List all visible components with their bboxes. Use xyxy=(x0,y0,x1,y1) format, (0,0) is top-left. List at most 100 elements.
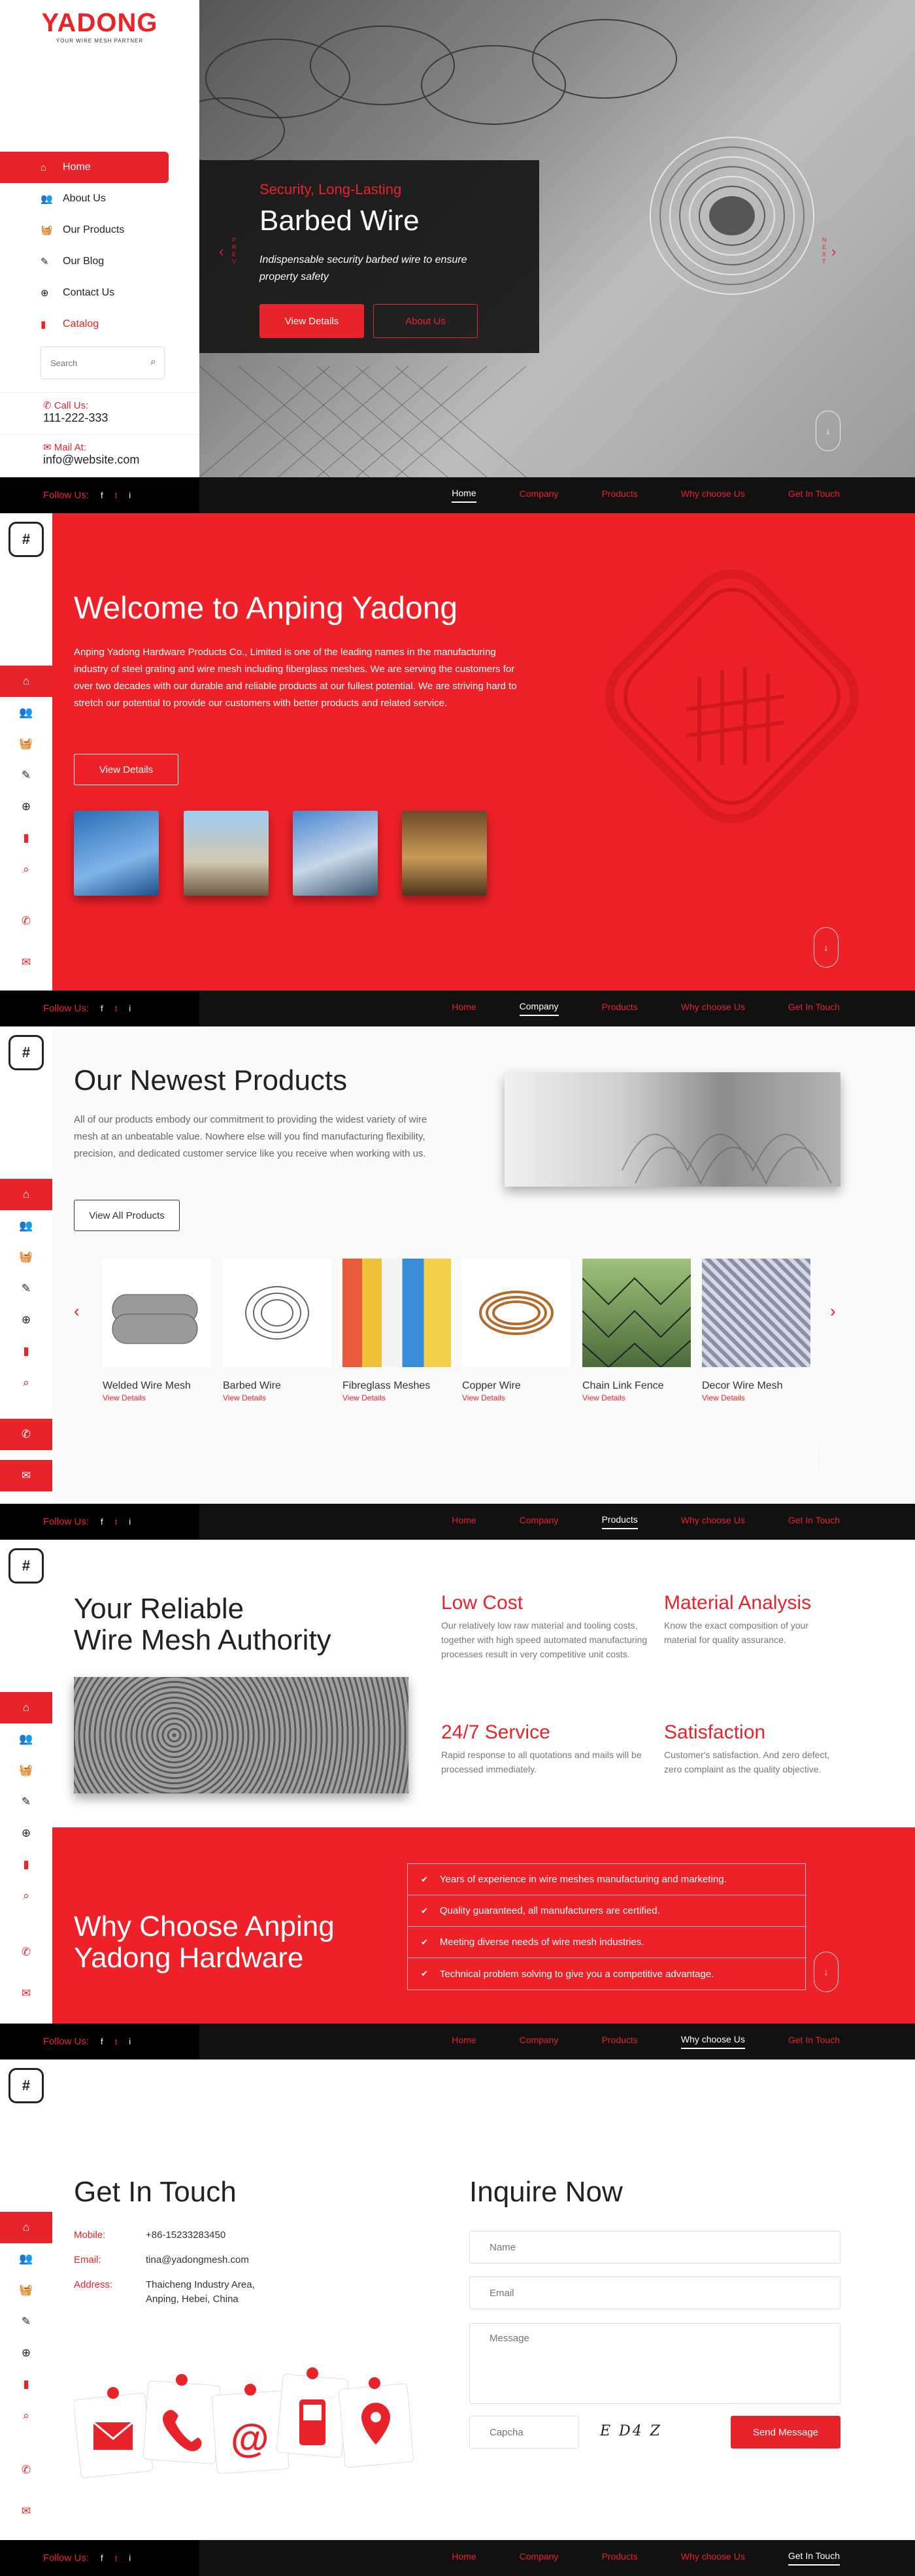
instagram-icon[interactable]: i xyxy=(129,2553,131,2563)
call-value[interactable]: 111-222-333 xyxy=(43,411,199,425)
product-card-barbed-wire[interactable]: Barbed Wire View Details xyxy=(223,1259,331,1402)
carousel-prev-icon[interactable]: ‹ xyxy=(74,1301,80,1321)
logo-emblem[interactable]: # xyxy=(0,513,52,566)
basket-icon[interactable]: 🧺 xyxy=(0,2275,52,2306)
logo-emblem[interactable]: # xyxy=(0,1026,52,1079)
footer-nav-contact[interactable]: Get In Touch xyxy=(788,2035,840,2048)
footer-nav-why[interactable]: Why choose Us xyxy=(681,488,745,502)
product-card-welded-wire-mesh[interactable]: Welded Wire Mesh View Details xyxy=(103,1259,211,1402)
product-view-details-link[interactable]: View Details xyxy=(462,1393,571,1402)
footer-nav-products[interactable]: Products xyxy=(602,2551,638,2565)
logo[interactable]: YADONG YOUR WIRE MESH PARTNER xyxy=(0,0,199,52)
footer-nav-contact[interactable]: Get In Touch xyxy=(788,2551,840,2566)
footer-nav-why[interactable]: Why choose Us xyxy=(681,1515,745,1529)
prev-label[interactable]: PREV xyxy=(232,237,237,265)
footer-nav-products[interactable]: Products xyxy=(602,488,638,502)
support-icon[interactable]: ⊕ xyxy=(0,1818,52,1849)
scroll-down-icon[interactable]: ↓ xyxy=(814,1952,839,1992)
facebook-icon[interactable]: f xyxy=(101,490,103,500)
nav-item-products[interactable]: 🧺 Our Products xyxy=(0,214,169,246)
next-arrow-icon[interactable]: › xyxy=(831,243,836,260)
footer-nav-company[interactable]: Company xyxy=(520,1515,559,1529)
home-icon[interactable]: ⌂ xyxy=(0,1692,52,1723)
footer-nav-contact[interactable]: Get In Touch xyxy=(788,1515,840,1529)
twitter-icon[interactable]: t xyxy=(115,2037,118,2046)
product-card-chain-link-fence[interactable]: Chain Link Fence View Details xyxy=(582,1259,691,1402)
product-view-details-link[interactable]: View Details xyxy=(223,1393,331,1402)
users-icon[interactable]: 👥 xyxy=(0,2243,52,2275)
instagram-icon[interactable]: i xyxy=(129,1004,131,1013)
nav-item-catalog[interactable]: ▮ Catalog xyxy=(0,309,169,340)
footer-nav-why[interactable]: Why choose Us xyxy=(681,2551,745,2565)
search-icon[interactable]: ⌕ xyxy=(0,2400,52,2432)
mail-icon[interactable]: ✉ xyxy=(0,1978,52,2009)
carousel-next-icon[interactable]: › xyxy=(830,1301,836,1321)
logo-emblem[interactable]: # xyxy=(0,1540,52,1592)
product-card-decor-wire-mesh[interactable]: Decor Wire Mesh View Details xyxy=(702,1259,810,1402)
footer-nav-contact[interactable]: Get In Touch xyxy=(788,1002,840,1015)
nav-item-blog[interactable]: ✎ Our Blog xyxy=(0,246,169,277)
scroll-down-icon[interactable] xyxy=(816,1437,840,1478)
footer-nav-company[interactable]: Company xyxy=(520,2035,559,2048)
footer-nav-products[interactable]: Products xyxy=(602,1002,638,1015)
blog-icon[interactable]: ✎ xyxy=(0,1786,52,1818)
instagram-icon[interactable]: i xyxy=(129,2037,131,2046)
footer-nav-why[interactable]: Why choose Us xyxy=(681,1002,745,1015)
product-view-details-link[interactable]: View Details xyxy=(582,1393,691,1402)
phone-icon[interactable]: ✆ xyxy=(0,1419,52,1450)
home-icon[interactable]: ⌂ xyxy=(0,1179,52,1210)
twitter-icon[interactable]: t xyxy=(115,490,118,500)
product-view-details-link[interactable]: View Details xyxy=(103,1393,211,1402)
welcome-view-details-button[interactable]: View Details xyxy=(74,754,178,785)
search-input[interactable] xyxy=(41,347,139,379)
captcha-input[interactable] xyxy=(469,2416,579,2449)
pdf-icon[interactable]: ▮ xyxy=(0,822,52,854)
basket-icon[interactable]: 🧺 xyxy=(0,1242,52,1273)
view-all-products-button[interactable]: View All Products xyxy=(74,1200,180,1231)
footer-nav-home[interactable]: Home xyxy=(452,2551,476,2565)
mobile-value[interactable]: +86-15233283450 xyxy=(146,2228,225,2243)
footer-nav-company[interactable]: Company xyxy=(520,488,559,502)
pdf-icon[interactable]: ▮ xyxy=(0,1849,52,1880)
facebook-icon[interactable]: f xyxy=(101,2553,103,2563)
instagram-icon[interactable]: i xyxy=(129,1517,131,1527)
mail-icon[interactable]: ✉ xyxy=(0,2496,52,2527)
footer-nav-home[interactable]: Home xyxy=(452,1002,476,1015)
footer-nav-products[interactable]: Products xyxy=(602,2035,638,2048)
name-input[interactable] xyxy=(469,2231,840,2263)
about-us-button[interactable]: About Us xyxy=(373,304,478,338)
search-icon[interactable]: ⌕ xyxy=(0,1367,52,1398)
users-icon[interactable]: 👥 xyxy=(0,697,52,728)
facebook-icon[interactable]: f xyxy=(101,1004,103,1013)
facebook-icon[interactable]: f xyxy=(101,2037,103,2046)
prev-arrow-icon[interactable]: ‹ xyxy=(219,243,224,260)
product-card-copper-wire[interactable]: Copper Wire View Details xyxy=(462,1259,571,1402)
basket-icon[interactable]: 🧺 xyxy=(0,1755,52,1786)
users-icon[interactable]: 👥 xyxy=(0,1723,52,1755)
footer-nav-products[interactable]: Products xyxy=(601,1514,638,1529)
support-icon[interactable]: ⊕ xyxy=(0,1304,52,1336)
support-icon[interactable]: ⊕ xyxy=(0,791,52,822)
next-label[interactable]: NEXT xyxy=(822,237,827,265)
home-icon[interactable]: ⌂ xyxy=(0,2212,52,2243)
mail-value[interactable]: info@website.com xyxy=(43,453,199,467)
footer-nav-company[interactable]: Company xyxy=(520,2551,559,2565)
pdf-icon[interactable]: ▮ xyxy=(0,1336,52,1367)
nav-item-home[interactable]: ⌂ Home xyxy=(0,152,169,183)
scroll-down-icon[interactable]: ↓ xyxy=(814,927,839,968)
mail-icon[interactable]: ✉ xyxy=(0,947,52,978)
product-view-details-link[interactable]: View Details xyxy=(342,1393,451,1402)
message-textarea[interactable] xyxy=(469,2323,840,2404)
footer-nav-home[interactable]: Home xyxy=(452,488,476,503)
blog-icon[interactable]: ✎ xyxy=(0,2306,52,2337)
blog-icon[interactable]: ✎ xyxy=(0,1273,52,1304)
footer-nav-contact[interactable]: Get In Touch xyxy=(788,488,840,502)
users-icon[interactable]: 👥 xyxy=(0,1210,52,1242)
footer-nav-home[interactable]: Home xyxy=(452,1515,476,1529)
basket-icon[interactable]: 🧺 xyxy=(0,728,52,760)
email-value[interactable]: tina@yadongmesh.com xyxy=(146,2253,249,2267)
phone-icon[interactable]: ✆ xyxy=(0,2454,52,2486)
nav-item-about[interactable]: 👥 About Us xyxy=(0,183,169,214)
send-message-button[interactable]: Send Message xyxy=(731,2416,840,2449)
footer-nav-home[interactable]: Home xyxy=(452,2035,476,2048)
